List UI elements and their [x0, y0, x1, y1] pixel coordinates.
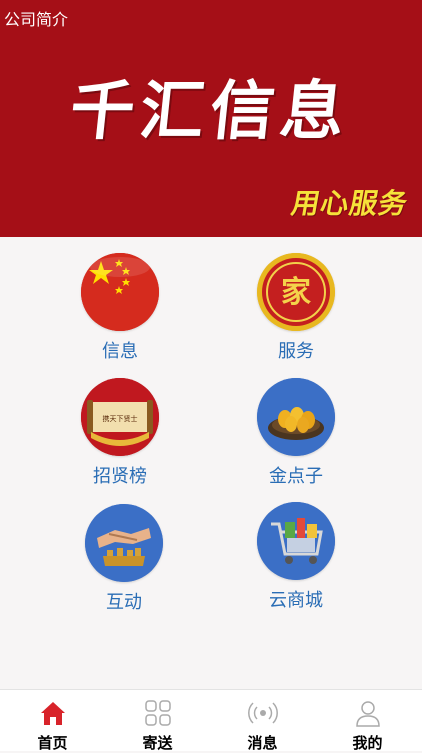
- menu-item-service[interactable]: 家 服务: [226, 253, 366, 363]
- user-icon: [355, 701, 380, 727]
- menu-item-interact[interactable]: 互动: [54, 504, 194, 614]
- menu-item-label: 信息: [102, 341, 138, 362]
- slogan: 用心服务: [288, 187, 411, 220]
- menu-item-label: 服务: [278, 341, 314, 362]
- header-banner: 公司简介 千汇信息 用心服务: [0, 0, 422, 237]
- china-flag-icon: [81, 253, 159, 331]
- menu-item-label: 金点子: [269, 466, 323, 487]
- home-icon: [40, 702, 65, 725]
- brand-title: 千汇信息: [66, 74, 355, 149]
- golden-eggs-icon: [257, 378, 335, 456]
- grid-icon: [144, 700, 171, 726]
- broadcast-icon: [247, 702, 278, 724]
- menu-item-label: 云商城: [269, 590, 323, 611]
- tab-send[interactable]: 寄送: [105, 690, 210, 752]
- menu-item-label: 互动: [106, 592, 142, 613]
- page-title: 公司简介: [4, 10, 69, 29]
- tab-home[interactable]: 首页: [0, 690, 105, 752]
- scroll-icon: 携天下贤士: [81, 378, 159, 456]
- handshake-icon: [85, 504, 163, 582]
- menu-grid: 信息 家 服务 携天下贤士 招贤榜 金点子 互动 云商城: [0, 237, 422, 689]
- family-emblem-icon: 家: [257, 253, 335, 331]
- tab-profile[interactable]: 我的: [315, 690, 420, 752]
- menu-item-info[interactable]: 信息: [50, 253, 190, 363]
- menu-item-mall[interactable]: 云商城: [226, 502, 366, 612]
- menu-item-recruit[interactable]: 携天下贤士 招贤榜: [50, 378, 190, 488]
- scroll-text: 携天下贤士: [103, 414, 138, 423]
- bottom-tab-bar: 首页 寄送 消息 我的: [0, 689, 422, 752]
- emblem-char: 家: [281, 275, 311, 310]
- menu-item-ideas[interactable]: 金点子: [226, 378, 366, 488]
- shopping-cart-icon: [257, 502, 335, 580]
- tab-messages[interactable]: 消息: [210, 690, 315, 752]
- menu-item-label: 招贤榜: [93, 466, 147, 487]
